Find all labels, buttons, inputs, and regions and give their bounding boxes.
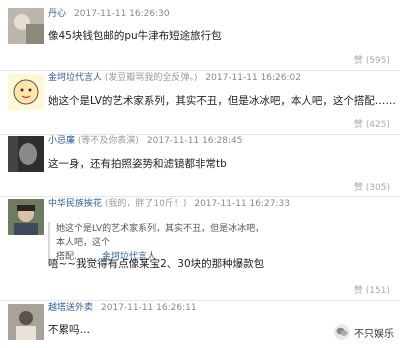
like-button[interactable]: 赞 (425) — [354, 119, 390, 131]
comment-text: 这一身，还有拍照姿势和滤镜都非常tb — [48, 158, 227, 170]
avatar[interactable] — [8, 8, 44, 44]
username-link[interactable]: 金坷垃代言人 — [48, 73, 102, 83]
user-note: (等不及你表演) — [75, 136, 139, 146]
avatar[interactable] — [8, 304, 44, 340]
watermark-text: 不只娱乐 — [354, 328, 394, 340]
comment-meta: 中华民族挨花 (我的，胖了10斤！) 2017-11-11 16:27:33 — [48, 196, 290, 213]
like-count: (425) — [365, 120, 390, 130]
comment-text: 像45块钱包邮的pu牛津布短途旅行包 — [48, 30, 222, 42]
quote-text-line: 她这个是LV的艺术家系列，其实不丑，但是冰冰吧，本人吧，这个 — [56, 224, 265, 248]
avatar[interactable] — [8, 136, 44, 172]
wechat-icon — [334, 324, 350, 340]
comment-text: 唔~~我觉得有点像某宝2、30块的那种爆款包 — [48, 258, 265, 270]
like-button[interactable]: 赞 (595) — [354, 55, 390, 67]
like-button[interactable]: 赞 (305) — [354, 182, 390, 194]
like-button[interactable]: 赞 (151) — [354, 285, 390, 297]
like-count: (595) — [365, 56, 390, 66]
comment-meta: 小忌廉 (等不及你表演) 2017-11-11 16:28:45 — [48, 133, 243, 150]
comment-meta: 越塔送外卖 2017-11-11 16:26:11 — [48, 300, 197, 317]
like-label: 赞 — [353, 286, 363, 296]
username-link[interactable]: 中华民族挨花 — [48, 199, 102, 209]
comment-text: 不累吗… — [48, 324, 90, 336]
username-link[interactable]: 越塔送外卖 — [48, 303, 93, 313]
like-count: (305) — [365, 183, 390, 193]
watermark: 不只娱乐 — [334, 324, 394, 340]
timestamp: 2017-11-11 16:26:30 — [74, 9, 170, 19]
avatar[interactable] — [8, 74, 44, 110]
like-label: 赞 — [353, 56, 363, 66]
timestamp: 2017-11-11 16:26:11 — [101, 303, 197, 313]
avatar[interactable] — [8, 199, 44, 235]
user-note: (发豆瓣骂我的全反弹。) — [102, 73, 198, 83]
username-link[interactable]: 丹心 — [48, 9, 66, 19]
comment-text: 她这个是LV的艺术家系列，其实不丑，但是冰冰吧，本人吧，这个搭配…… — [48, 95, 396, 107]
like-count: (151) — [365, 286, 390, 296]
like-label: 赞 — [353, 183, 363, 193]
timestamp: 2017-11-11 16:27:33 — [194, 199, 290, 209]
timestamp: 2017-11-11 16:26:02 — [205, 73, 301, 83]
timestamp: 2017-11-11 16:28:45 — [146, 136, 243, 146]
comment-meta: 丹心 2017-11-11 16:26:30 — [48, 6, 170, 23]
like-label: 赞 — [353, 120, 363, 130]
comment-meta: 金坷垃代言人 (发豆瓣骂我的全反弹。) 2017-11-11 16:26:02 — [48, 70, 301, 87]
username-link[interactable]: 小忌廉 — [48, 136, 75, 146]
user-note: (我的，胖了10斤！) — [102, 199, 187, 209]
